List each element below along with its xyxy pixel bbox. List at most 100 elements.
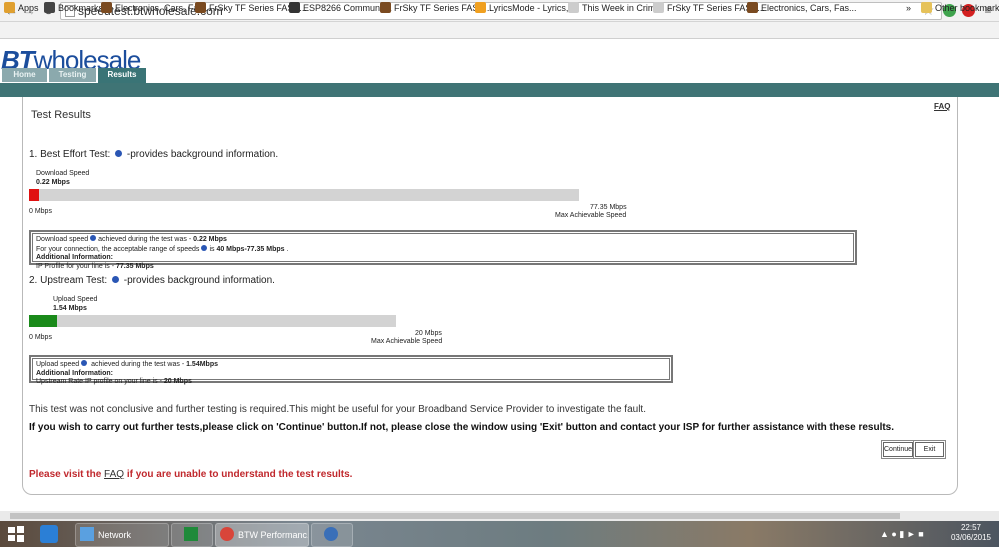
upload-heading-label: 2. Upstream Test: [29, 275, 108, 286]
download-heading-desc: -provides background information. [126, 149, 279, 160]
download-speed-value: 0.22 Mbps [36, 179, 70, 186]
info-icon[interactable] [201, 244, 208, 251]
upload-min-label: 0 Mbps [29, 334, 52, 341]
inconclusive-note: This test was not conclusive and further… [29, 404, 646, 415]
bookmark-item[interactable]: ESP8266 Communit... [289, 1, 392, 15]
clock[interactable]: 22:57 03/06/2015 [948, 523, 994, 543]
bookmark-label: LyricsMode - Lyrics, ... [489, 3, 579, 13]
upload-speed-label: Upload Speed [53, 296, 98, 303]
upload-speed-value: 1.54 Mbps [53, 305, 87, 312]
faq-notice-post: if you are unable to understand the test… [124, 469, 353, 480]
dl-line1-val: 0.22 Mbps [193, 236, 227, 243]
page-title: Test Results [31, 109, 91, 121]
bookmark-item[interactable]: Apps [4, 1, 39, 15]
info-icon[interactable] [115, 150, 123, 157]
excel-icon [184, 527, 198, 541]
tab-home[interactable]: Home [2, 68, 47, 82]
ul-line3-pre: Upstream Rate IP profile on your line is… [36, 378, 164, 385]
download-max-value: 77.35 Mbps [590, 204, 627, 211]
dl-line1-mid: achieved during the test was - [98, 236, 194, 243]
bookmark-favicon-icon [568, 2, 579, 13]
ul-line1-pre: Upload speed [36, 361, 80, 368]
taskbar-chrome-label: BTW Performanc... [238, 530, 309, 540]
taskbar-network[interactable]: Network [75, 523, 169, 547]
app-icon [324, 527, 338, 541]
bookmark-label: Electronics, Cars, Fas... [761, 3, 857, 13]
exit-button[interactable]: Exit [914, 441, 945, 458]
upload-speed-bar [29, 315, 396, 327]
scrollbar-thumb[interactable] [10, 513, 900, 519]
dl-line2-post: . [284, 245, 289, 253]
bookmark-label: This Week in Crime [582, 3, 661, 13]
instruction-text: If you wish to carry out further tests,p… [29, 422, 895, 433]
bookmark-label: Apps [18, 3, 39, 13]
upload-max-value: 20 Mbps [415, 330, 442, 337]
bookmark-favicon-icon [195, 2, 206, 13]
upload-max-label: Max Achievable Speed [371, 338, 443, 345]
faq-notice-pre: Please visit the [29, 469, 105, 480]
other-bookmarks-label: Other bookmarks [935, 3, 999, 13]
horizontal-scrollbar[interactable] [0, 511, 999, 521]
folder-icon [921, 2, 932, 13]
bookmark-item[interactable]: This Week in Crime [568, 1, 660, 15]
upload-summary-box: Upload speed achieved during the test wa… [29, 355, 673, 385]
header-band [0, 83, 999, 97]
bookmark-item[interactable]: Electronics, Cars, Fas... [747, 1, 857, 15]
bookmark-favicon-icon [380, 2, 391, 13]
clock-date: 03/06/2015 [950, 533, 992, 542]
info-icon[interactable] [90, 235, 97, 241]
upload-speed-bar-fill [29, 315, 57, 327]
faq-inline-link[interactable]: FAQ [104, 469, 124, 480]
bookmark-favicon-icon [44, 2, 55, 13]
start-button[interactable] [6, 524, 26, 544]
taskbar-app[interactable] [311, 523, 353, 547]
download-speed-bar [29, 189, 579, 201]
bookmark-favicon-icon [747, 2, 758, 13]
continue-button[interactable]: Continue [882, 441, 914, 458]
bookmark-favicon-icon [653, 2, 664, 13]
system-tray[interactable]: ▲ ● ▮ ► ■ [880, 528, 944, 540]
dl-line1-pre: Download speed [36, 236, 89, 243]
other-bookmarks[interactable]: Other bookmarks [921, 1, 999, 15]
tab-testing[interactable]: Testing [49, 68, 96, 82]
clock-time: 22:57 [960, 523, 982, 532]
chrome-icon [220, 527, 234, 541]
dl-line2-pre: For your connection, the acceptable rang… [36, 245, 200, 253]
upload-heading-desc: -provides background information. [123, 275, 275, 286]
upload-heading: 2. Upstream Test: -provides background i… [29, 275, 275, 286]
taskbar-chrome[interactable]: BTW Performanc... [215, 523, 309, 547]
download-summary-box: Download speed achieved during the test w… [29, 230, 857, 270]
ul-additional-info: Additional Information: [36, 369, 113, 377]
download-speed-label: Download Speed [36, 170, 90, 177]
ul-line3-val: 20 Mbps [163, 378, 192, 385]
tab-results[interactable]: Results [98, 68, 146, 84]
faq-link[interactable]: FAQ [934, 102, 950, 111]
ul-line1-val: 1.54Mbps [186, 361, 218, 368]
bookmarks-more-icon[interactable]: » [906, 1, 911, 15]
dl-line2-val: 40 Mbps-77.35 Mbps [216, 245, 285, 253]
ie-icon[interactable] [40, 525, 58, 543]
bookmark-item[interactable]: LyricsMode - Lyrics, ... [475, 1, 578, 15]
bookmark-favicon-icon [475, 2, 486, 13]
bookmarks-bar [0, 22, 999, 39]
taskbar-network-label: Network [98, 530, 132, 540]
bookmark-item[interactable]: Bookmarks [44, 1, 103, 15]
dl-line4-val: 77.35 Mbps [116, 262, 154, 270]
dl-additional-info: Additional Information: [36, 254, 113, 261]
download-speed-bar-fill [29, 189, 39, 201]
ul-line1-mid: achieved during the test was - [89, 361, 187, 368]
bookmark-favicon-icon [101, 2, 112, 13]
bookmark-label: ESP8266 Communit... [303, 3, 393, 13]
bookmark-favicon-icon [4, 2, 15, 13]
taskbar-excel[interactable] [171, 523, 213, 547]
bookmark-label: Bookmarks [58, 3, 104, 13]
bookmark-favicon-icon [289, 2, 300, 13]
info-icon[interactable] [111, 276, 119, 283]
info-icon[interactable] [81, 360, 88, 366]
network-icon [80, 527, 94, 541]
download-max-label: Max Achievable Speed [555, 212, 627, 219]
faq-notice: Please visit the FAQ if you are unable t… [29, 469, 352, 480]
download-min-label: 0 Mbps [29, 208, 52, 215]
dl-line4-pre: IP Profile for your line is - [36, 262, 117, 270]
windows-icon [8, 526, 24, 542]
